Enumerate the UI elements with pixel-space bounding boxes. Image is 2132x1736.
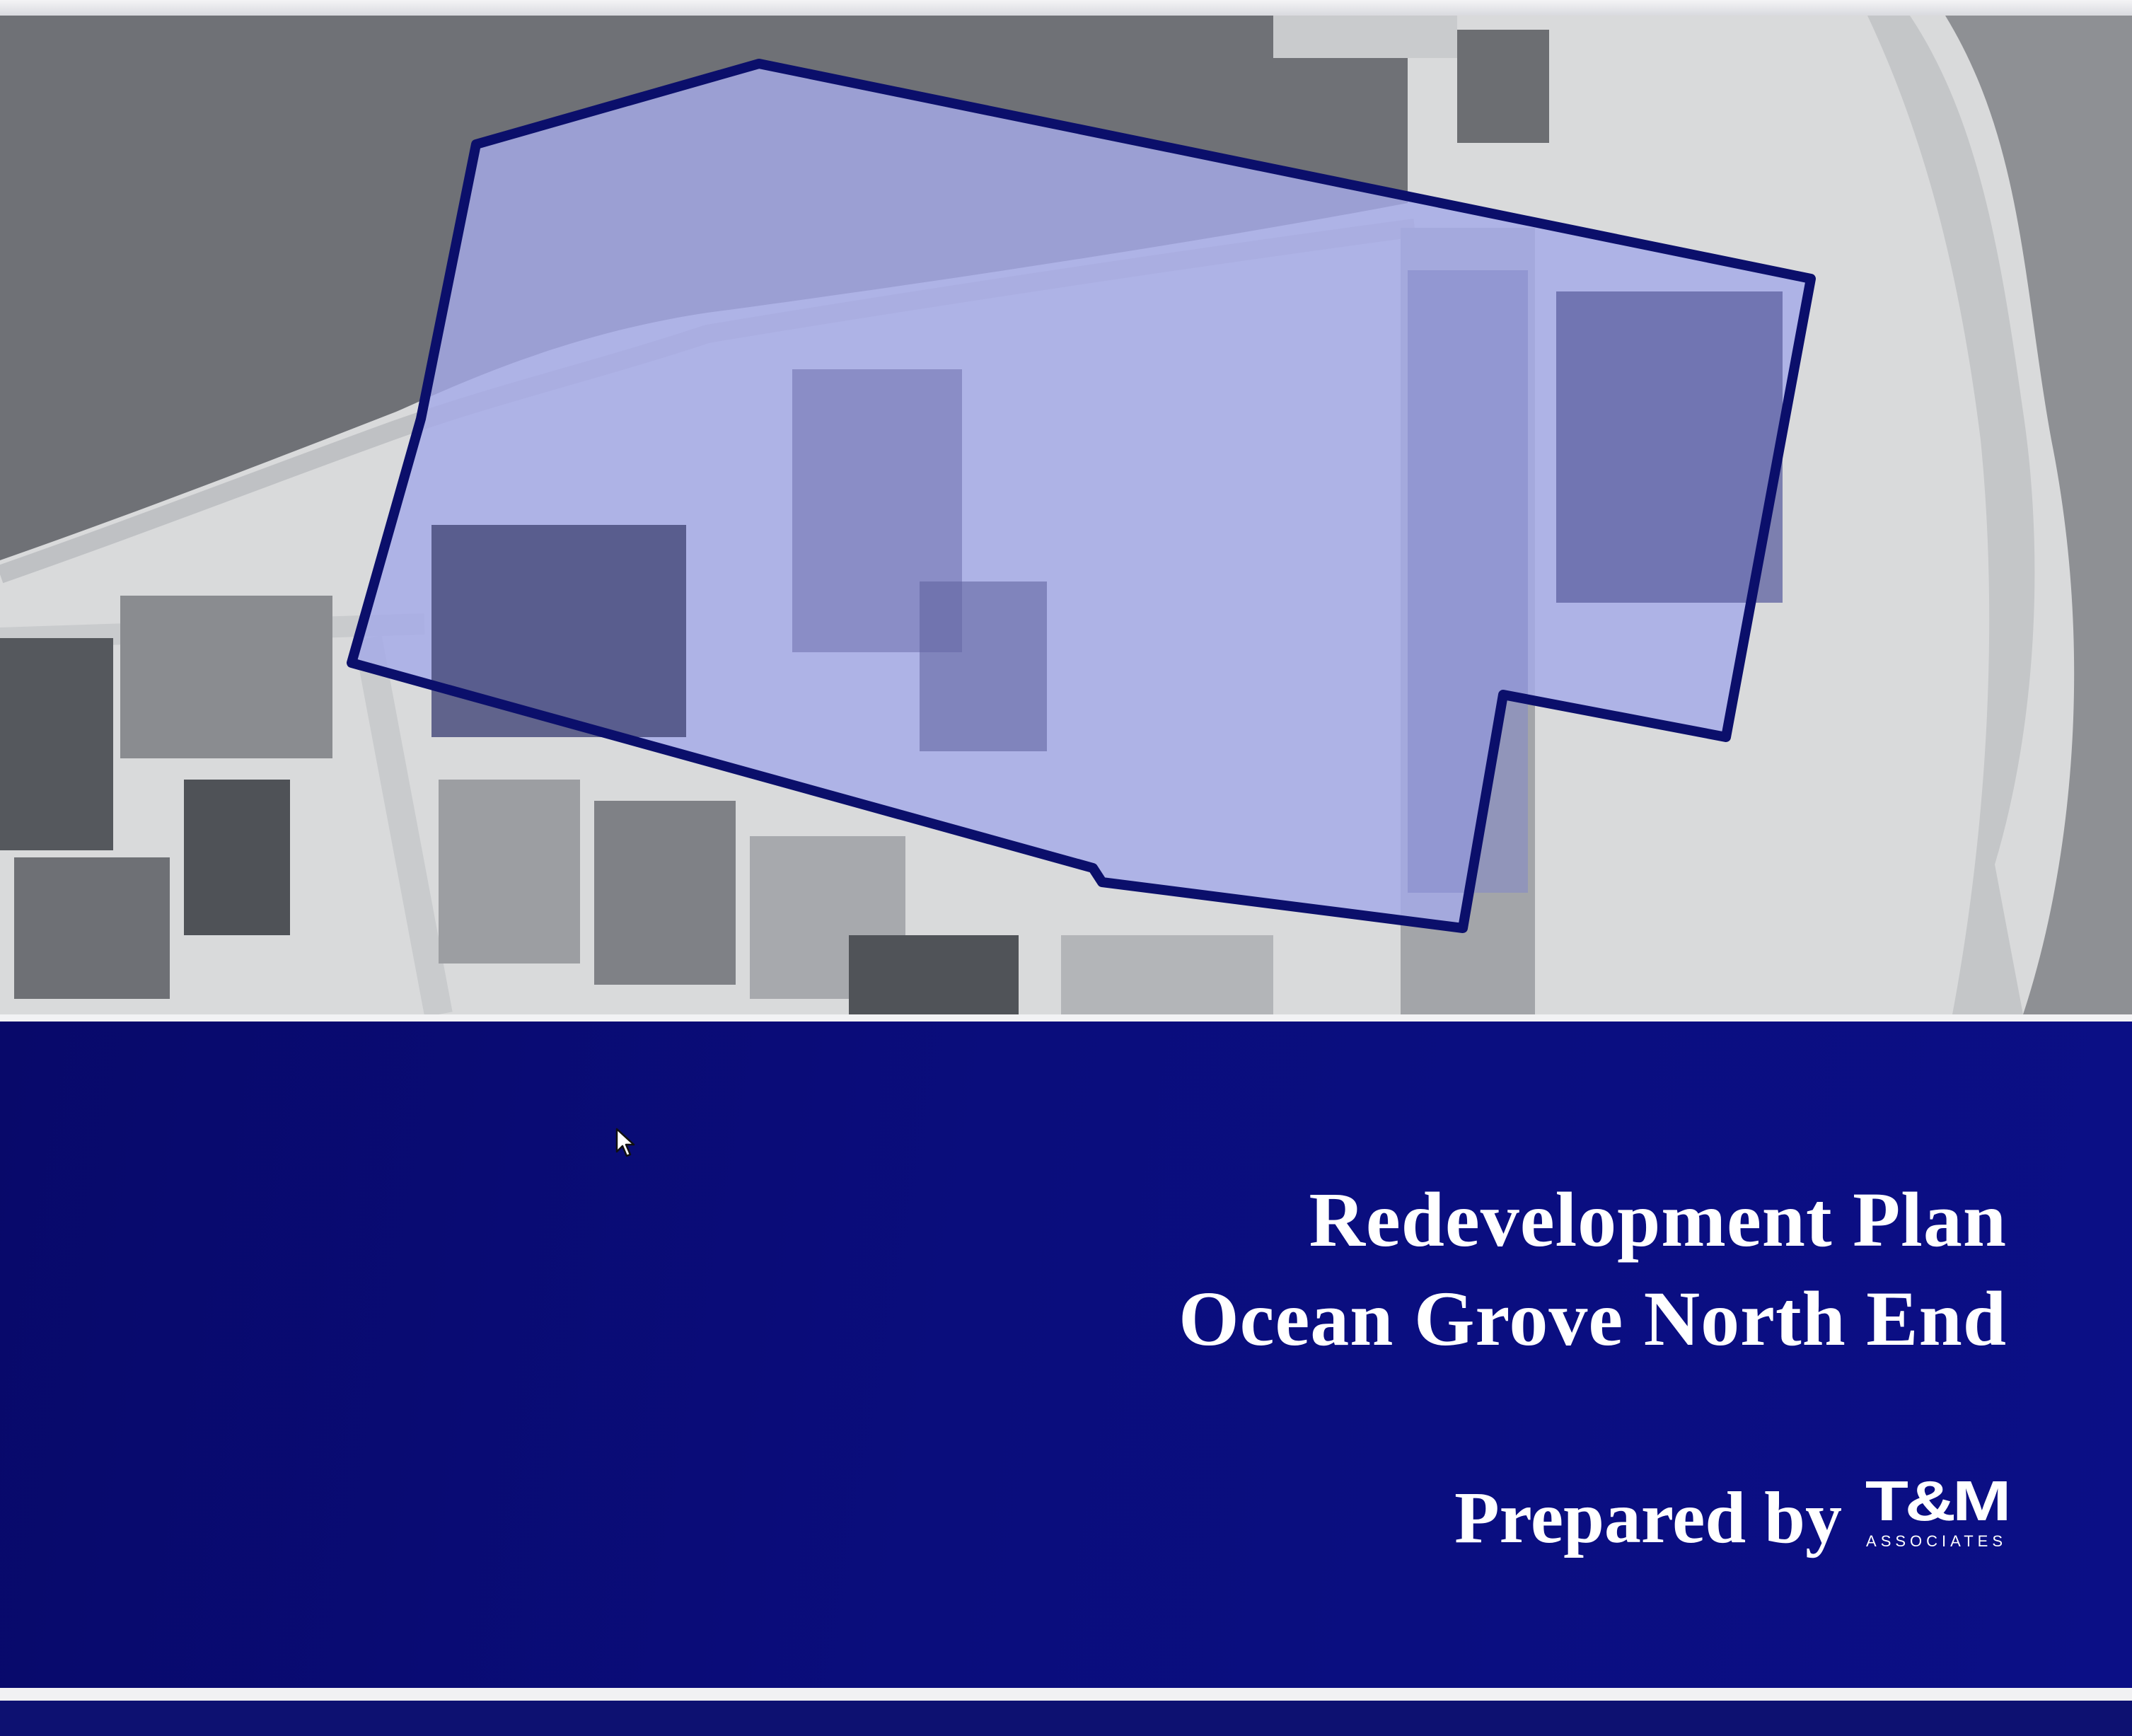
prepared-by-row: Prepared by T&M ASSOCIATES bbox=[1454, 1469, 2012, 1561]
prepared-by-label: Prepared by bbox=[1454, 1477, 1843, 1558]
title-line-1: Redevelopment Plan bbox=[1309, 1176, 2007, 1263]
logo-mark: T&M bbox=[1865, 1469, 2012, 1532]
bottom-band bbox=[0, 1688, 2132, 1701]
top-strip bbox=[0, 0, 2132, 16]
tm-associates-logo: T&M ASSOCIATES bbox=[1865, 1469, 2012, 1561]
title-line-2: Ocean Grove North End bbox=[1178, 1275, 2007, 1362]
aerial-map-image bbox=[0, 16, 2132, 1014]
divider-line bbox=[0, 1014, 2132, 1022]
mouse-pointer-icon bbox=[615, 1128, 635, 1157]
logo-subtitle: ASSOCIATES bbox=[1866, 1532, 2007, 1550]
title-panel: Redevelopment Plan Ocean Grove North End… bbox=[0, 1022, 2132, 1688]
slide-title: Redevelopment Plan Ocean Grove North End bbox=[1178, 1170, 2007, 1368]
bottom-navy-strip bbox=[0, 1701, 2132, 1736]
